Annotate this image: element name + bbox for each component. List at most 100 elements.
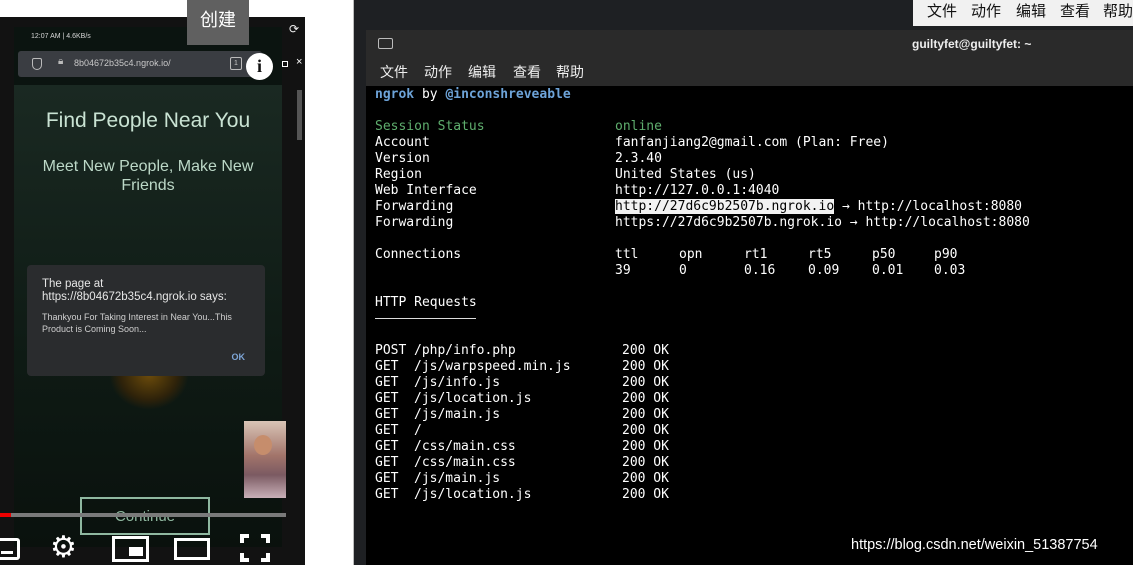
bg-menu-help[interactable]: 帮助 bbox=[1103, 0, 1133, 21]
terminal-icon bbox=[378, 38, 393, 49]
theater-icon[interactable] bbox=[174, 538, 210, 560]
settings-icon[interactable]: ⚙ bbox=[50, 533, 80, 563]
http-requests-underline bbox=[375, 318, 476, 319]
tooltip-pointer-icon bbox=[250, 6, 256, 12]
connections-header: rt1 bbox=[744, 247, 768, 262]
request-path: /js/warpspeed.min.js bbox=[414, 359, 571, 374]
request-method: GET bbox=[375, 439, 399, 454]
http-requests-title: HTTP Requests bbox=[375, 295, 477, 310]
phone-url: 8b04672b35c4.ngrok.io/ bbox=[74, 58, 171, 68]
restore-icon[interactable] bbox=[282, 61, 288, 67]
request-status: 200 OK bbox=[622, 407, 669, 422]
request-status: 200 OK bbox=[622, 487, 669, 502]
request-path: / bbox=[414, 423, 422, 438]
terminal-window[interactable]: guiltyfet@guiltyfet: ~ 文件 动作 编辑 查看 帮助 ng… bbox=[366, 30, 1133, 565]
shield-icon bbox=[32, 58, 42, 70]
alert-ok-button: OK bbox=[231, 352, 246, 362]
hero-title: Find People Near You bbox=[45, 109, 251, 132]
presenter-thumbnail bbox=[244, 421, 286, 498]
request-method: GET bbox=[375, 407, 399, 422]
progress-fill bbox=[0, 513, 12, 517]
bg-menu-edit[interactable]: 编辑 bbox=[1016, 0, 1046, 21]
subtitles-icon[interactable] bbox=[0, 538, 20, 560]
player-top-icons: i × bbox=[246, 53, 305, 83]
request-method: GET bbox=[375, 455, 399, 470]
volume-slider[interactable] bbox=[297, 90, 302, 140]
connections-value: 0.03 bbox=[934, 263, 966, 278]
field-label: Web Interface bbox=[375, 183, 477, 198]
request-path: /php/info.php bbox=[414, 343, 516, 358]
field-value: https://27d6c9b2507b.ngrok.io → http://l… bbox=[615, 215, 1030, 230]
field-label: Region bbox=[375, 167, 422, 182]
menu-help[interactable]: 帮助 bbox=[556, 62, 584, 82]
phone-screen-recording: 12:07 AM | 4.6KB/s 🔒︎ 8b04672b35c4.ngrok… bbox=[14, 27, 282, 547]
translucent-background-text bbox=[916, 80, 1133, 565]
request-status: 200 OK bbox=[622, 471, 669, 486]
field-label: Account bbox=[375, 135, 430, 150]
request-path: /js/info.js bbox=[414, 375, 501, 390]
connections-value: 39 bbox=[615, 263, 631, 278]
field-label: Version bbox=[375, 151, 430, 166]
request-method: POST bbox=[375, 343, 407, 358]
reload-icon[interactable]: ⟳ bbox=[289, 22, 299, 36]
field-label: Forwarding bbox=[375, 199, 454, 214]
connections-header: ttl bbox=[615, 247, 639, 262]
connections-header: p90 bbox=[934, 247, 958, 262]
player-controls: ⚙ bbox=[0, 532, 305, 565]
request-path: /css/main.css bbox=[414, 439, 516, 454]
bg-menu-action[interactable]: 动作 bbox=[971, 0, 1001, 21]
miniplayer-icon[interactable] bbox=[112, 536, 149, 562]
connections-header: rt5 bbox=[808, 247, 832, 262]
request-status: 200 OK bbox=[622, 375, 669, 390]
forwarding-target: → http://localhost:8080 bbox=[834, 199, 1022, 214]
request-method: GET bbox=[375, 391, 399, 406]
hero-subtitle: Meet New People, Make New Friends bbox=[42, 158, 254, 194]
request-path: /css/main.css bbox=[414, 455, 516, 470]
request-status: 200 OK bbox=[622, 343, 669, 358]
field-value: 2.3.40 bbox=[615, 151, 662, 166]
lock-icon: 🔒︎ bbox=[58, 56, 64, 67]
field-value: http://127.0.0.1:4040 bbox=[615, 183, 780, 198]
request-method: GET bbox=[375, 375, 399, 390]
request-status: 200 OK bbox=[622, 359, 669, 374]
request-method: GET bbox=[375, 487, 399, 502]
request-status: 200 OK bbox=[622, 439, 669, 454]
fullscreen-icon[interactable] bbox=[240, 534, 270, 562]
connections-header: p50 bbox=[872, 247, 896, 262]
request-path: /js/main.js bbox=[414, 471, 501, 486]
field-value: United States (us) bbox=[615, 167, 756, 182]
bg-menu-view[interactable]: 查看 bbox=[1060, 0, 1090, 21]
menu-action[interactable]: 动作 bbox=[424, 62, 452, 82]
ngrok-author: @inconshreveable bbox=[445, 87, 571, 102]
request-method: GET bbox=[375, 423, 399, 438]
connections-label: Connections bbox=[375, 247, 462, 262]
connections-header: opn bbox=[679, 247, 703, 262]
background-window-menubar: 文件 动作 编辑 查看 帮助 bbox=[913, 0, 1133, 26]
ngrok-app-name: ngrok bbox=[375, 87, 415, 102]
field-value: fanfanjiang2@gmail.com (Plan: Free) bbox=[615, 135, 889, 150]
menu-file[interactable]: 文件 bbox=[380, 62, 408, 82]
info-icon[interactable]: i bbox=[246, 53, 273, 80]
request-path: /js/location.js bbox=[414, 391, 532, 406]
alert-title: The page at https://8b04672b35c4.ngrok.i… bbox=[42, 278, 227, 303]
request-path: /js/location.js bbox=[414, 487, 532, 502]
request-method: GET bbox=[375, 359, 399, 374]
alert-dialog: The page at https://8b04672b35c4.ngrok.i… bbox=[27, 265, 265, 376]
field-label: Session Status bbox=[375, 119, 485, 134]
request-path: /js/main.js bbox=[414, 407, 501, 422]
alert-message: Thankyou For Taking Interest in Near You… bbox=[42, 312, 232, 334]
connections-value: 0 bbox=[679, 263, 687, 278]
close-icon[interactable]: × bbox=[296, 56, 302, 68]
bg-menu-file[interactable]: 文件 bbox=[927, 0, 957, 21]
connections-value: 0.16 bbox=[744, 263, 776, 278]
phone-webpage: Find People Near You Meet New People, Ma… bbox=[14, 85, 282, 547]
ngrok-by: by bbox=[421, 87, 438, 102]
menu-edit[interactable]: 编辑 bbox=[468, 62, 496, 82]
ngrok-header: ngrok by @inconshreveable bbox=[375, 87, 571, 103]
progress-bar[interactable] bbox=[0, 513, 286, 517]
menu-view[interactable]: 查看 bbox=[513, 62, 541, 82]
connections-value: 0.01 bbox=[872, 263, 904, 278]
forwarding-url-selected[interactable]: http://27d6c9b2507b.ngrok.io bbox=[615, 199, 835, 214]
field-label: Forwarding bbox=[375, 215, 454, 230]
video-player[interactable]: 12:07 AM | 4.6KB/s 🔒︎ 8b04672b35c4.ngrok… bbox=[0, 17, 305, 565]
